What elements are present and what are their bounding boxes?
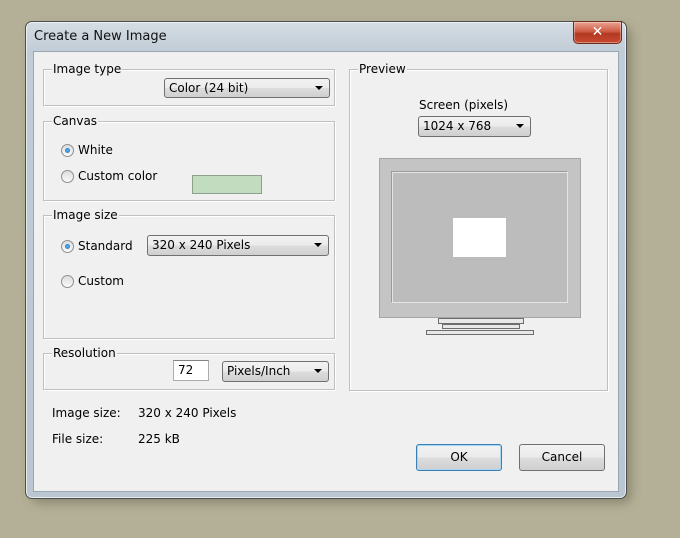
custom-size-radio[interactable] bbox=[61, 275, 74, 288]
create-image-dialog: Create a New Image ✕ Image type Color (2… bbox=[25, 21, 627, 499]
standard-label[interactable]: Standard bbox=[78, 239, 133, 253]
monitor-icon bbox=[379, 158, 581, 318]
radio-selected-dot bbox=[65, 148, 70, 153]
image-preview-rect bbox=[453, 218, 506, 257]
resolution-input[interactable]: 72 bbox=[173, 360, 209, 381]
standard-size-value: 320 x 240 Pixels bbox=[152, 238, 251, 252]
canvas-legend: Canvas bbox=[52, 114, 99, 128]
chevron-down-icon bbox=[314, 369, 322, 373]
standard-radio[interactable] bbox=[61, 240, 74, 253]
image-type-legend: Image type bbox=[52, 62, 123, 76]
dialog-client-area: Image type Color (24 bit) Canvas White C… bbox=[33, 51, 619, 492]
monitor-stand-base bbox=[426, 330, 534, 335]
radio-selected-dot bbox=[65, 244, 70, 249]
ok-button[interactable]: OK bbox=[416, 444, 502, 471]
standard-size-dropdown[interactable]: 320 x 240 Pixels bbox=[147, 235, 329, 256]
window-title: Create a New Image bbox=[34, 29, 167, 44]
file-size-info-label: File size: bbox=[52, 432, 104, 446]
image-size-info-value: 320 x 240 Pixels bbox=[138, 406, 237, 420]
resolution-value: 72 bbox=[178, 363, 194, 377]
image-type-dropdown[interactable]: Color (24 bit) bbox=[164, 78, 330, 98]
resolution-legend: Resolution bbox=[52, 346, 117, 360]
custom-color-label[interactable]: Custom color bbox=[78, 169, 157, 183]
close-icon: ✕ bbox=[591, 24, 604, 40]
white-label[interactable]: White bbox=[78, 143, 113, 157]
screen-size-dropdown[interactable]: 1024 x 768 bbox=[418, 116, 531, 137]
screen-size-value: 1024 x 768 bbox=[423, 119, 492, 133]
title-bar[interactable]: Create a New Image ✕ bbox=[26, 21, 626, 52]
canvas-group: Canvas White Custom color bbox=[43, 114, 335, 201]
custom-color-radio[interactable] bbox=[61, 170, 74, 183]
resolution-group: Resolution 72 Pixels/Inch bbox=[43, 346, 335, 390]
image-size-info-label: Image size: bbox=[52, 406, 121, 420]
preview-legend: Preview bbox=[358, 62, 407, 76]
cancel-button[interactable]: Cancel bbox=[519, 444, 605, 471]
custom-size-label[interactable]: Custom bbox=[78, 274, 124, 288]
monitor-stand-mid bbox=[442, 324, 520, 329]
preview-group: Preview Screen (pixels) 1024 x 768 bbox=[349, 62, 608, 391]
custom-color-swatch[interactable] bbox=[192, 175, 262, 194]
monitor-screen bbox=[392, 172, 568, 303]
image-type-value: Color (24 bit) bbox=[169, 81, 249, 95]
image-size-legend: Image size bbox=[52, 208, 119, 222]
close-button[interactable]: ✕ bbox=[573, 21, 622, 44]
white-radio[interactable] bbox=[61, 144, 74, 157]
screen-pixels-label: Screen (pixels) bbox=[419, 98, 509, 112]
chevron-down-icon bbox=[314, 243, 322, 247]
image-type-group: Image type Color (24 bit) bbox=[43, 62, 335, 106]
file-size-info-value: 225 kB bbox=[138, 432, 180, 446]
chevron-down-icon bbox=[516, 124, 524, 128]
chevron-down-icon bbox=[315, 86, 323, 90]
resolution-unit-value: Pixels/Inch bbox=[227, 364, 291, 378]
image-size-group: Image size Standard 320 x 240 Pixels Cus… bbox=[43, 208, 335, 339]
resolution-unit-dropdown[interactable]: Pixels/Inch bbox=[222, 361, 329, 382]
